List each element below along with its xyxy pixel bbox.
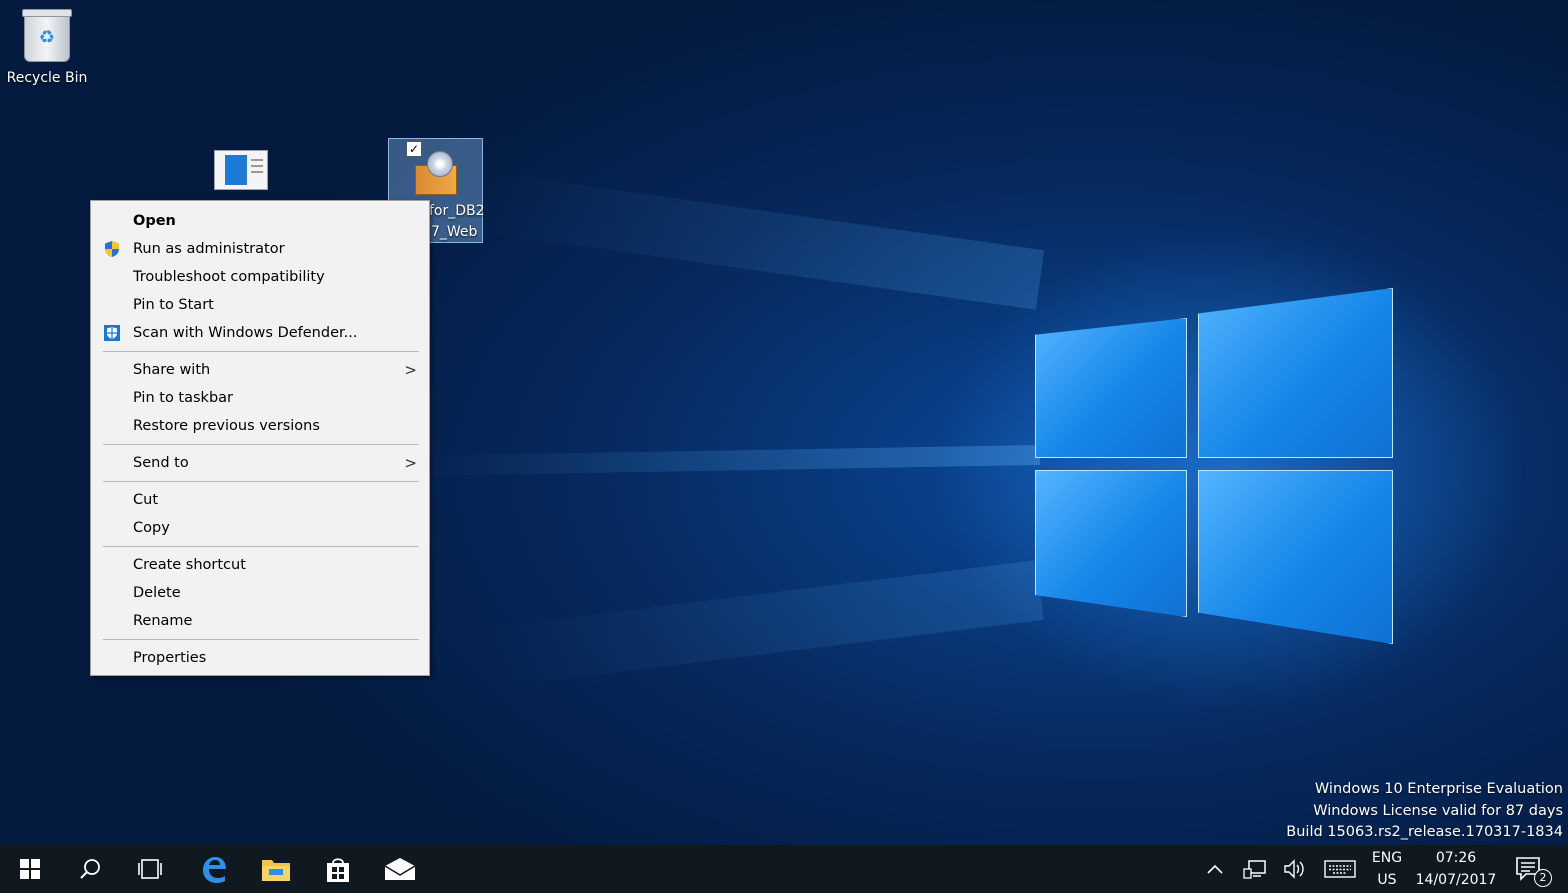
selected-icon-label-line2: 7_Web <box>431 224 478 240</box>
recycle-bin-shortcut[interactable]: ♻ Recycle Bin <box>4 9 90 86</box>
wallpaper-logo-pane <box>1035 318 1187 458</box>
menu-separator <box>103 639 419 640</box>
menu-item-run-as-administrator[interactable]: Run as administrator <box>91 235 429 263</box>
menu-item-scan-with-defender[interactable]: Scan with Windows Defender... <box>91 319 429 347</box>
menu-item-copy[interactable]: Copy <box>91 514 429 542</box>
menu-item-label: Properties <box>133 650 207 666</box>
file-explorer-icon <box>262 860 290 881</box>
menu-item-rename[interactable]: Rename <box>91 607 429 635</box>
search-icon <box>80 859 100 879</box>
edge-icon <box>203 857 226 883</box>
menu-item-create-shortcut[interactable]: Create shortcut <box>91 551 429 579</box>
menu-item-label: Open <box>133 213 176 229</box>
chevron-up-icon <box>1207 864 1223 874</box>
wallpaper-logo-pane <box>1198 470 1393 644</box>
chevron-right-icon: > <box>404 361 417 379</box>
menu-item-label: Cut <box>133 492 158 508</box>
menu-item-label: Copy <box>133 520 170 536</box>
menu-separator <box>103 481 419 482</box>
recycle-bin-icon: ♻ <box>22 9 72 62</box>
start-button[interactable] <box>0 845 60 893</box>
wallpaper-light-beam <box>419 445 1041 476</box>
keyboard-icon <box>1324 860 1356 878</box>
menu-item-properties[interactable]: Properties <box>91 644 429 672</box>
menu-item-label: Create shortcut <box>133 557 246 573</box>
clock-date: 14/07/2017 <box>1415 872 1497 888</box>
notification-count-badge: 2 <box>1534 869 1552 887</box>
wallpaper-logo-pane <box>1035 470 1187 617</box>
action-center-button[interactable]: 2 <box>1510 845 1560 893</box>
menu-item-restore-previous-versions[interactable]: Restore previous versions <box>91 412 429 440</box>
menu-item-label: Troubleshoot compatibility <box>133 269 325 285</box>
menu-item-label: Share with <box>133 362 211 378</box>
network-tray-button[interactable] <box>1238 845 1272 893</box>
menu-item-label: Delete <box>133 585 181 601</box>
windows-defender-icon <box>104 325 120 341</box>
menu-item-send-to[interactable]: Send to > <box>91 449 429 477</box>
clock[interactable]: 07:26 14/07/2017 <box>1412 847 1500 891</box>
task-view-button[interactable] <box>120 845 180 893</box>
menu-item-label: Rename <box>133 613 193 629</box>
taskbar: ENG US 07:26 14/07/2017 2 <box>0 845 1568 893</box>
menu-item-open[interactable]: Open <box>91 207 429 235</box>
windows-evaluation-watermark: Windows 10 Enterprise Evaluation Windows… <box>1286 779 1563 844</box>
uac-shield-icon <box>105 241 119 257</box>
menu-item-pin-to-taskbar[interactable]: Pin to taskbar <box>91 384 429 412</box>
menu-item-troubleshoot-compatibility[interactable]: Troubleshoot compatibility <box>91 263 429 291</box>
language-code: ENG <box>1371 850 1403 866</box>
menu-item-label: Run as administrator <box>133 241 285 257</box>
mail-icon <box>384 858 416 880</box>
context-menu: Open Run as administrator Troubleshoot c… <box>90 200 430 676</box>
file-explorer-taskbar-button[interactable] <box>245 845 305 893</box>
document-window-icon <box>214 150 268 190</box>
store-icon <box>327 858 349 882</box>
store-taskbar-button[interactable] <box>308 845 368 893</box>
watermark-line2: Windows License valid for 87 days <box>1313 802 1563 819</box>
volume-tray-button[interactable] <box>1278 845 1312 893</box>
menu-item-delete[interactable]: Delete <box>91 579 429 607</box>
wallpaper-light-beam <box>481 172 1045 310</box>
clock-time: 07:26 <box>1435 850 1477 866</box>
mail-taskbar-button[interactable] <box>370 845 430 893</box>
speaker-icon <box>1284 859 1304 879</box>
menu-separator <box>103 351 419 352</box>
task-view-icon <box>138 859 162 879</box>
show-hidden-icons-button[interactable] <box>1200 845 1230 893</box>
menu-item-label: Scan with Windows Defender... <box>133 325 358 341</box>
recycle-bin-label: Recycle Bin <box>6 70 88 86</box>
menu-separator <box>103 546 419 547</box>
wallpaper-light-beam <box>480 560 1044 689</box>
region-code: US <box>1377 872 1397 888</box>
package-box-icon <box>409 151 461 195</box>
desktop-file-shortcut[interactable] <box>214 150 270 190</box>
menu-item-pin-to-start[interactable]: Pin to Start <box>91 291 429 319</box>
menu-item-label: Restore previous versions <box>133 418 320 434</box>
start-icon <box>20 859 40 879</box>
chevron-right-icon: > <box>404 454 417 472</box>
menu-separator <box>103 444 419 445</box>
edge-taskbar-button[interactable] <box>184 845 244 893</box>
input-language-indicator[interactable]: ENG US <box>1364 847 1410 891</box>
wallpaper-logo-pane <box>1198 288 1393 458</box>
menu-item-share-with[interactable]: Share with > <box>91 356 429 384</box>
watermark-line1: Windows 10 Enterprise Evaluation <box>1314 781 1563 797</box>
menu-item-cut[interactable]: Cut <box>91 486 429 514</box>
menu-item-label: Pin to Start <box>133 297 214 313</box>
watermark-line3: Build 15063.rs2_release.170317-1834 <box>1286 824 1563 840</box>
search-button[interactable] <box>60 845 120 893</box>
network-icon <box>1243 860 1266 879</box>
selected-icon-label-line1: for_DB2 <box>429 203 485 219</box>
touch-keyboard-button[interactable] <box>1320 845 1360 893</box>
menu-item-label: Pin to taskbar <box>133 390 233 406</box>
menu-item-label: Send to <box>133 455 189 471</box>
